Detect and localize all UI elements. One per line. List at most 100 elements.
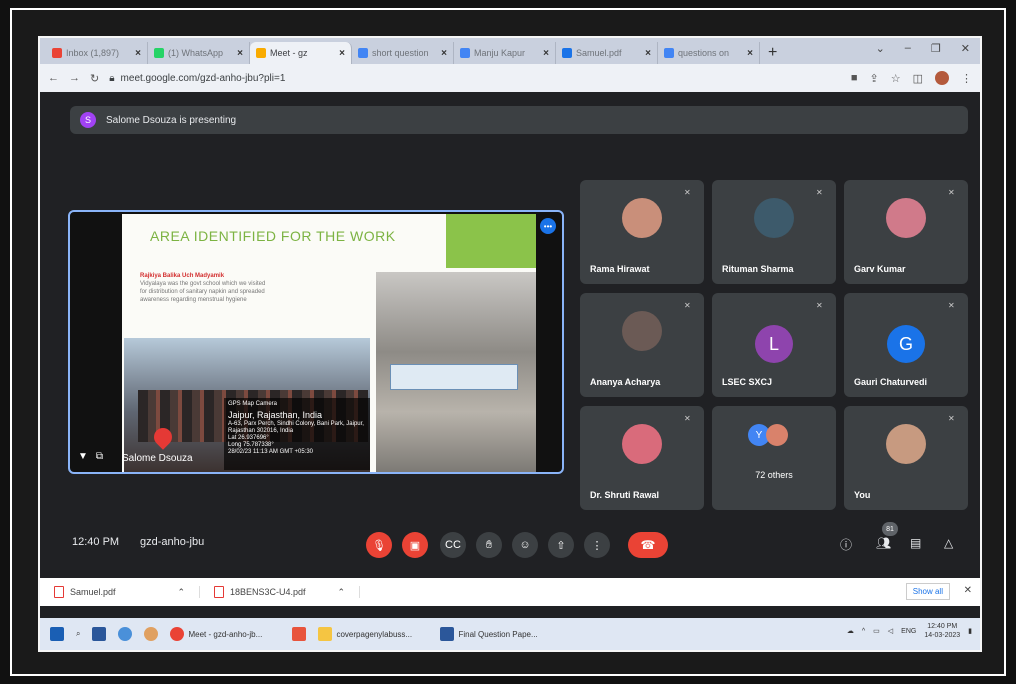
tab-close-icon[interactable]: × — [747, 48, 753, 59]
folder-icon — [318, 627, 333, 641]
brave-icon[interactable] — [292, 627, 307, 641]
search-icon[interactable]: ⌕ — [76, 629, 80, 639]
url-field[interactable]: 🔒︎ meet.google.com/gzd-anho-jbu?pli=1 — [109, 73, 841, 84]
clock[interactable]: 12:40 PM 14-03-2023 — [924, 622, 960, 640]
participant-name: LSEC SXCJ — [722, 377, 773, 387]
present-icon[interactable]: ⇧ — [548, 532, 574, 558]
participant-tile[interactable]: ✕ Garv Kumar — [844, 180, 968, 284]
profile-avatar[interactable] — [935, 71, 949, 85]
tab-0[interactable]: Inbox (1,897) × — [46, 42, 148, 64]
taskbar-app-chrome[interactable]: Meet - gzd-anho-jb... — [170, 627, 280, 641]
chat-icon[interactable]: ▤ — [910, 536, 921, 550]
chevron-up-icon[interactable]: ⌃ — [177, 587, 185, 598]
taskbar-app-label: Final Question Pape... — [458, 629, 538, 639]
emoji-icon[interactable]: ☺ — [512, 532, 538, 558]
meeting-controls-bar: 12:40 PM gzd-anho-jbu 🎙︎ ▣ CC ✋︎ ☺ ⇧ ⋮ ☎… — [40, 522, 980, 564]
reload-icon[interactable]: ↻ — [90, 72, 99, 85]
sidepanel-icon[interactable]: ◫ — [913, 72, 923, 85]
camera-icon[interactable]: ■ — [851, 72, 858, 84]
captions-icon[interactable]: CC — [440, 532, 466, 558]
menu-icon[interactable]: ⋮ — [961, 72, 972, 85]
tab-2[interactable]: Meet - gz × — [250, 42, 352, 64]
share-icon[interactable]: ⇪ — [870, 72, 879, 85]
close-icon[interactable]: ✕ — [964, 585, 972, 596]
participant-name: Garv Kumar — [854, 264, 906, 274]
tab-close-icon[interactable]: × — [645, 48, 651, 59]
tab-6[interactable]: questions on × — [658, 42, 760, 64]
mic-off-icon: ✕ — [948, 301, 955, 310]
tab-label: short question — [372, 48, 429, 58]
lang-indicator[interactable]: ENG — [901, 628, 916, 635]
tab-favicon-icon — [562, 48, 572, 58]
edge-icon[interactable] — [118, 627, 133, 641]
tab-close-icon[interactable]: × — [339, 48, 345, 59]
calculator-icon[interactable] — [92, 627, 107, 641]
tab-favicon-icon — [460, 48, 470, 58]
tab-5[interactable]: Samuel.pdf × — [556, 42, 658, 64]
minimize-icon[interactable]: – — [905, 42, 911, 55]
windows-start-icon[interactable] — [50, 627, 64, 641]
camera-off-icon[interactable]: ▣ — [402, 532, 428, 558]
participant-name: You — [854, 490, 871, 500]
app-icon[interactable] — [144, 627, 159, 641]
bullet-head: Rajkiya Balika Uch Madyamik — [140, 273, 225, 279]
tab-3[interactable]: short question × — [352, 42, 454, 64]
raise-hand-icon[interactable]: ✋︎ — [476, 532, 502, 558]
forward-icon[interactable]: → — [69, 72, 80, 84]
taskbar-app-word[interactable]: Final Question Pape... — [440, 627, 550, 641]
chevron-up-icon[interactable]: ^ — [862, 628, 865, 635]
activities-icon[interactable]: △ — [944, 536, 953, 550]
screen-share[interactable]: AREA IDENTIFIED FOR THE WORK Rajkiya Bal… — [68, 210, 564, 474]
more-options-icon[interactable]: ••• — [540, 218, 556, 234]
more-icon[interactable]: ⋮ — [584, 532, 610, 558]
mic-off-icon[interactable]: 🎙︎ — [366, 532, 392, 558]
download-item[interactable]: 18BENS3C-U4.pdf ⌃ — [200, 586, 360, 598]
tab-close-icon[interactable]: × — [135, 48, 141, 59]
tab-close-icon[interactable]: × — [441, 48, 447, 59]
fullscreen-icon[interactable]: ⧉ — [96, 451, 103, 462]
meeting-code: gzd-anho-jbu — [140, 536, 205, 548]
back-icon[interactable]: ← — [48, 72, 59, 84]
notification-icon[interactable]: ▮ — [968, 627, 972, 635]
close-icon[interactable]: ✕ — [961, 42, 970, 55]
participant-tile[interactable]: G ✕ Gauri Chaturvedi — [844, 293, 968, 397]
participant-name: Gauri Chaturvedi — [854, 377, 928, 387]
chevron-down-icon[interactable]: ⌄ — [876, 42, 885, 55]
participant-tile[interactable]: Y 72 others — [712, 406, 836, 510]
participant-name: Ananya Acharya — [590, 377, 661, 387]
tab-1[interactable]: (1) WhatsApp × — [148, 42, 250, 64]
volume-icon[interactable]: ◁ — [888, 627, 893, 635]
leave-call-button[interactable]: ☎︎ — [628, 532, 668, 558]
new-tab-button[interactable]: + — [768, 42, 777, 64]
downloads-bar: Samuel.pdf ⌃ 18BENS3C-U4.pdf ⌃ Show all … — [40, 578, 980, 606]
mic-off-icon: ✕ — [684, 188, 691, 197]
people-icon[interactable]: 👥︎ — [876, 536, 891, 550]
info-icon[interactable]: ⓘ — [840, 536, 852, 553]
participant-name: Rama Hirawat — [590, 264, 650, 274]
participant-tile[interactable]: L ✕ LSEC SXCJ — [712, 293, 836, 397]
slide-photo-group: GPS Map Camera Jaipur, Rajasthan, India … — [124, 338, 370, 472]
pdf-icon — [54, 586, 64, 598]
tab-4[interactable]: Manju Kapur × — [454, 42, 556, 64]
participant-tile[interactable]: ✕ Rituman Sharma — [712, 180, 836, 284]
pin-icon[interactable]: ▼ — [78, 451, 88, 462]
taskbar-app-folder[interactable]: coverpagenylabuss... — [318, 627, 428, 641]
participant-tile[interactable]: ✕ You — [844, 406, 968, 510]
tab-close-icon[interactable]: × — [543, 48, 549, 59]
show-all-button[interactable]: Show all — [905, 583, 950, 600]
weather-icon[interactable]: ☁︎ — [847, 627, 854, 635]
participant-tile[interactable]: ✕ Dr. Shruti Rawal — [580, 406, 704, 510]
download-name: 18BENS3C-U4.pdf — [230, 587, 306, 597]
tab-close-icon[interactable]: × — [237, 48, 243, 59]
participant-tile[interactable]: ✕ Ananya Acharya — [580, 293, 704, 397]
chevron-up-icon[interactable]: ⌃ — [337, 587, 345, 598]
tab-label: Manju Kapur — [474, 48, 526, 58]
participant-tile[interactable]: ✕ Rama Hirawat — [580, 180, 704, 284]
download-item[interactable]: Samuel.pdf ⌃ — [40, 586, 200, 598]
restore-icon[interactable]: ❐ — [931, 42, 941, 55]
battery-icon[interactable]: ▭ — [873, 627, 880, 635]
bookmark-star-icon[interactable]: ☆ — [891, 72, 901, 85]
tab-label: (1) WhatsApp — [168, 48, 224, 58]
participant-grid: ✕ Rama Hirawat ✕ Rituman Sharma ✕ Garv Kumar ✕… — [580, 180, 970, 512]
participant-initial: L — [755, 325, 793, 363]
